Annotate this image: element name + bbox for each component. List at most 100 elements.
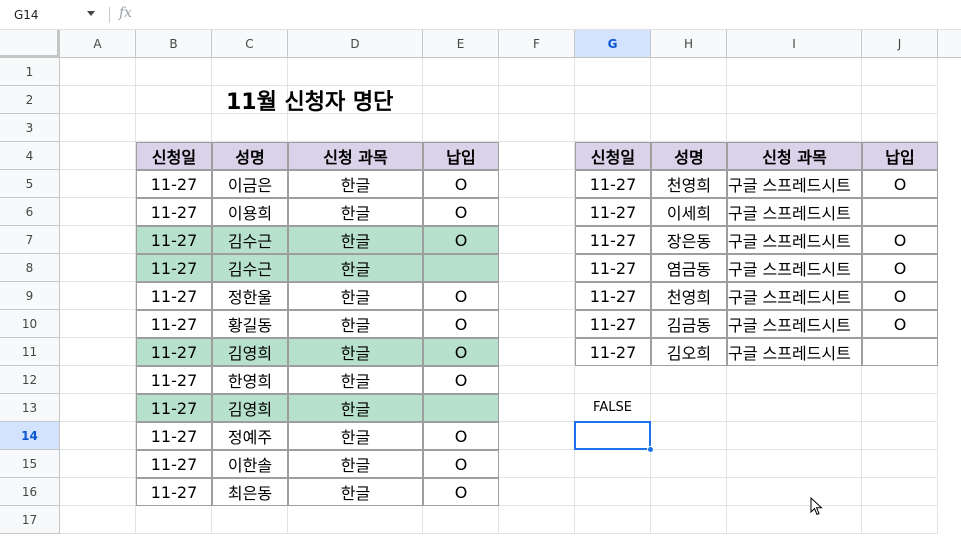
sheet-title[interactable]: 11월 신청자 명단 bbox=[226, 86, 486, 114]
column-header-g[interactable]: G bbox=[575, 30, 651, 58]
grid-cell[interactable] bbox=[499, 366, 575, 394]
right-table-cell[interactable]: 김금동 bbox=[651, 310, 727, 338]
grid-cell[interactable] bbox=[499, 394, 575, 422]
row-header-13[interactable]: 13 bbox=[0, 394, 60, 422]
grid-cell[interactable] bbox=[136, 58, 212, 86]
left-table-cell[interactable]: 한글 bbox=[288, 170, 423, 198]
row-header-8[interactable]: 8 bbox=[0, 254, 60, 282]
left-table-cell[interactable]: 한글 bbox=[288, 338, 423, 366]
left-table-cell[interactable]: 한글 bbox=[288, 310, 423, 338]
left-table-cell[interactable]: 김수근 bbox=[212, 226, 288, 254]
right-table-cell[interactable]: 11-27 bbox=[575, 338, 651, 366]
column-header-e[interactable]: E bbox=[423, 30, 499, 58]
grid-cell[interactable] bbox=[423, 506, 499, 534]
left-table-cell[interactable]: 한글 bbox=[288, 226, 423, 254]
grid-cell[interactable] bbox=[651, 478, 727, 506]
right-table-cell[interactable]: 이세희 bbox=[651, 198, 727, 226]
grid-cell[interactable] bbox=[862, 422, 938, 450]
left-table-cell[interactable]: 한글 bbox=[288, 394, 423, 422]
right-table-cell[interactable]: O bbox=[862, 282, 938, 310]
row-header-1[interactable]: 1 bbox=[0, 58, 60, 86]
left-table-cell[interactable]: O bbox=[423, 366, 499, 394]
left-table-cell[interactable]: O bbox=[423, 478, 499, 506]
left-table-header[interactable]: 신청 과목 bbox=[288, 142, 423, 170]
grid-cell[interactable] bbox=[60, 170, 136, 198]
grid-cell[interactable] bbox=[727, 86, 862, 114]
left-table-cell[interactable]: 한글 bbox=[288, 254, 423, 282]
grid-cell[interactable] bbox=[499, 506, 575, 534]
right-table-cell[interactable]: 구글 스프레드시트 bbox=[727, 282, 862, 310]
column-header-a[interactable]: A bbox=[60, 30, 136, 58]
left-table-cell[interactable]: 11-27 bbox=[136, 170, 212, 198]
right-table-cell[interactable]: O bbox=[862, 310, 938, 338]
grid-cell[interactable] bbox=[862, 366, 938, 394]
right-table-cell[interactable]: 천영희 bbox=[651, 282, 727, 310]
left-table-cell[interactable]: 이한솔 bbox=[212, 450, 288, 478]
grid-cell[interactable] bbox=[862, 58, 938, 86]
grid-cell[interactable] bbox=[60, 366, 136, 394]
grid-cell[interactable] bbox=[499, 198, 575, 226]
grid-cell[interactable] bbox=[651, 366, 727, 394]
right-table-cell[interactable]: 염금동 bbox=[651, 254, 727, 282]
left-table-cell[interactable]: 11-27 bbox=[136, 450, 212, 478]
row-header-5[interactable]: 5 bbox=[0, 170, 60, 198]
right-table-cell[interactable]: 김오희 bbox=[651, 338, 727, 366]
right-table-header[interactable]: 신청 과목 bbox=[727, 142, 862, 170]
left-table-cell[interactable]: O bbox=[423, 282, 499, 310]
grid-cell[interactable] bbox=[60, 310, 136, 338]
grid-cell[interactable] bbox=[499, 310, 575, 338]
grid-cell[interactable] bbox=[60, 114, 136, 142]
grid-cell[interactable] bbox=[136, 114, 212, 142]
left-table-cell[interactable] bbox=[423, 394, 499, 422]
grid-cell[interactable] bbox=[575, 366, 651, 394]
grid-cell[interactable] bbox=[288, 506, 423, 534]
right-table-header[interactable]: 신청일 bbox=[575, 142, 651, 170]
grid-cell[interactable] bbox=[862, 450, 938, 478]
grid-cell[interactable] bbox=[862, 114, 938, 142]
grid-cell[interactable] bbox=[575, 450, 651, 478]
row-header-12[interactable]: 12 bbox=[0, 366, 60, 394]
grid-cell[interactable] bbox=[60, 86, 136, 114]
grid-cell[interactable] bbox=[575, 478, 651, 506]
right-table-cell[interactable]: 구글 스프레드시트 bbox=[727, 254, 862, 282]
left-table-header[interactable]: 납입 bbox=[423, 142, 499, 170]
left-table-cell[interactable]: 이용희 bbox=[212, 198, 288, 226]
grid-cell[interactable] bbox=[727, 506, 862, 534]
grid-cell[interactable] bbox=[499, 450, 575, 478]
right-table-cell[interactable]: 장은동 bbox=[651, 226, 727, 254]
grid-cell[interactable] bbox=[862, 86, 938, 114]
left-table-cell[interactable]: 이금은 bbox=[212, 170, 288, 198]
row-header-11[interactable]: 11 bbox=[0, 338, 60, 366]
row-header-9[interactable]: 9 bbox=[0, 282, 60, 310]
right-table-cell[interactable]: 천영희 bbox=[651, 170, 727, 198]
column-header-c[interactable]: C bbox=[212, 30, 288, 58]
grid-cell[interactable] bbox=[651, 422, 727, 450]
left-table-cell[interactable]: 한글 bbox=[288, 450, 423, 478]
left-table-cell[interactable]: 11-27 bbox=[136, 254, 212, 282]
grid-cell[interactable] bbox=[499, 170, 575, 198]
grid-cell[interactable] bbox=[862, 506, 938, 534]
grid-cell[interactable] bbox=[136, 506, 212, 534]
grid-cell[interactable] bbox=[423, 58, 499, 86]
right-table-cell[interactable]: 구글 스프레드시트 bbox=[727, 338, 862, 366]
left-table-cell[interactable]: 한글 bbox=[288, 198, 423, 226]
row-header-4[interactable]: 4 bbox=[0, 142, 60, 170]
grid-cell[interactable] bbox=[499, 422, 575, 450]
row-header-14[interactable]: 14 bbox=[0, 422, 60, 450]
grid-cell[interactable] bbox=[651, 450, 727, 478]
grid-cell[interactable] bbox=[136, 86, 212, 114]
grid-cell[interactable] bbox=[575, 58, 651, 86]
grid-cell[interactable] bbox=[60, 394, 136, 422]
grid-cell[interactable] bbox=[727, 114, 862, 142]
row-header-6[interactable]: 6 bbox=[0, 198, 60, 226]
left-table-cell[interactable]: O bbox=[423, 226, 499, 254]
right-table-cell[interactable]: O bbox=[862, 226, 938, 254]
column-header-i[interactable]: I bbox=[727, 30, 862, 58]
column-header-f[interactable]: F bbox=[499, 30, 575, 58]
grid-cell[interactable] bbox=[651, 114, 727, 142]
right-table-header[interactable]: 성명 bbox=[651, 142, 727, 170]
right-table-cell[interactable] bbox=[862, 198, 938, 226]
left-table-cell[interactable]: 김수근 bbox=[212, 254, 288, 282]
grid-cell[interactable] bbox=[60, 506, 136, 534]
cell-g13[interactable]: FALSE bbox=[575, 394, 651, 422]
